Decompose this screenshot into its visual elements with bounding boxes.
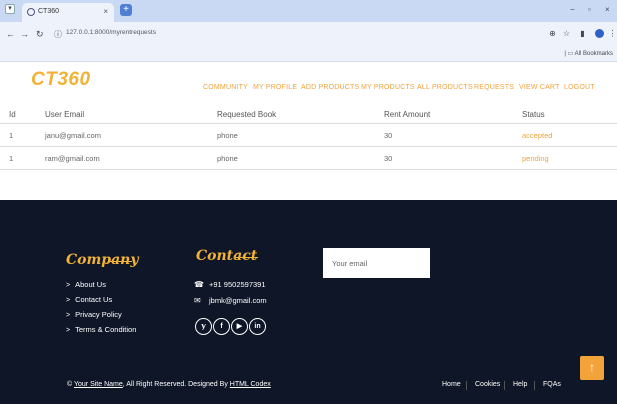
profile-avatar[interactable] bbox=[595, 29, 604, 38]
nav-community[interactable]: COMMUNITY bbox=[203, 84, 248, 91]
cell-rent-amount: 30 bbox=[384, 131, 393, 140]
site-info-icon[interactable]: ⓘ bbox=[54, 29, 62, 40]
cell-rent-amount: 30 bbox=[384, 154, 393, 163]
cell-requested-book: phone bbox=[217, 131, 238, 140]
bookmarks-bar: | ▭ All Bookmarks bbox=[0, 48, 617, 62]
footer-link-privacy[interactable]: > Privacy Policy bbox=[66, 310, 122, 319]
footer-nav-divider bbox=[466, 381, 467, 390]
sidepanel-icon[interactable]: ▮ bbox=[578, 29, 587, 38]
nav-my-profile[interactable]: MY PROFILE bbox=[253, 84, 297, 91]
zoom-icon[interactable]: ⊕ bbox=[548, 29, 557, 38]
chevron-right-icon: > bbox=[66, 297, 71, 304]
tab-title: CT360 bbox=[38, 8, 60, 15]
facebook-icon[interactable]: f bbox=[213, 318, 230, 335]
nav-all-products[interactable]: ALL PRODUCTS bbox=[417, 84, 473, 91]
footer-phone: ☎ +91 9502597391 bbox=[194, 280, 266, 289]
site-logo[interactable]: CT360 bbox=[31, 69, 91, 91]
address-bar[interactable]: ⓘ 127.0.0.1:8000/myrentrequests bbox=[54, 26, 570, 43]
footer-nav-fqas[interactable]: FQAs bbox=[543, 381, 561, 388]
window-menu-icon[interactable]: ▾ bbox=[5, 4, 15, 14]
footer-nav-divider bbox=[534, 381, 535, 390]
browser-tab[interactable]: CT360 × bbox=[22, 3, 114, 22]
chevron-right-icon: > bbox=[66, 327, 71, 334]
footer-company-heading: Company bbox=[66, 252, 139, 268]
table-divider bbox=[0, 169, 617, 170]
footer-link-terms[interactable]: > Terms & Condition bbox=[66, 325, 136, 334]
cell-id: 1 bbox=[9, 131, 14, 140]
heading-underline bbox=[236, 257, 258, 258]
envelope-icon: ✉ bbox=[194, 296, 201, 305]
copyright-text: © Your Site Name, All Right Reserved. De… bbox=[67, 381, 271, 388]
minimize-icon[interactable]: − bbox=[570, 5, 575, 14]
footer-link-contact[interactable]: > Contact Us bbox=[66, 295, 112, 304]
col-header-id: Id bbox=[9, 110, 16, 119]
newsletter-email-input[interactable] bbox=[323, 248, 430, 278]
designer-link[interactable]: HTML Codex bbox=[230, 381, 271, 388]
twitter-icon[interactable]: 𝕪 bbox=[195, 318, 212, 335]
new-tab-button[interactable]: + bbox=[120, 4, 132, 16]
url-text: 127.0.0.1:8000/myrentrequests bbox=[66, 29, 156, 36]
footer-email: ✉ jbmk@gmail.com bbox=[194, 296, 267, 305]
col-header-requested-book: Requested Book bbox=[217, 110, 277, 119]
maximize-icon[interactable]: ▫ bbox=[588, 5, 591, 14]
status-badge: accepted bbox=[522, 131, 553, 140]
nav-requests[interactable]: REQUESTS bbox=[474, 84, 514, 91]
cell-requested-book: phone bbox=[217, 154, 238, 163]
footer-nav-divider bbox=[504, 381, 505, 390]
cell-user-email: ram@gmail.com bbox=[45, 154, 100, 163]
nav-add-products[interactable]: ADD PRODUCTS bbox=[301, 84, 359, 91]
site-name-link[interactable]: Your Site Name bbox=[74, 381, 123, 388]
chevron-right-icon: > bbox=[66, 282, 71, 289]
footer-nav-cookies[interactable]: Cookies bbox=[475, 381, 500, 388]
browser-menu-icon[interactable]: ⋮ bbox=[608, 29, 617, 38]
cell-id: 1 bbox=[9, 154, 14, 163]
browser-titlebar: ▾ CT360 × + − ▫ × bbox=[0, 0, 617, 22]
phone-icon: ☎ bbox=[194, 280, 204, 289]
tab-close-icon[interactable]: × bbox=[103, 7, 108, 16]
back-to-top-button[interactable]: ↑ bbox=[580, 356, 604, 380]
bookmark-star-icon[interactable]: ☆ bbox=[562, 29, 571, 38]
youtube-icon[interactable]: ▶ bbox=[231, 318, 248, 335]
back-icon[interactable]: ← bbox=[6, 29, 15, 39]
forward-icon[interactable]: → bbox=[20, 29, 29, 39]
col-header-rent-amount: Rent Amount bbox=[384, 110, 431, 119]
footer-nav-home[interactable]: Home bbox=[442, 381, 461, 388]
reload-icon[interactable]: ↻ bbox=[36, 29, 44, 40]
heading-underline bbox=[110, 261, 132, 262]
col-header-status: Status bbox=[522, 110, 545, 119]
table-divider bbox=[0, 146, 617, 147]
all-bookmarks-button[interactable]: | ▭ All Bookmarks bbox=[564, 50, 613, 57]
footer-nav-help[interactable]: Help bbox=[513, 381, 527, 388]
site-favicon-icon bbox=[27, 8, 35, 16]
footer-link-about[interactable]: > About Us bbox=[66, 280, 106, 289]
nav-logout[interactable]: LOGOUT bbox=[564, 84, 595, 91]
nav-my-products[interactable]: MY PRODUCTS bbox=[361, 84, 415, 91]
linkedin-icon[interactable]: in bbox=[249, 318, 266, 335]
footer-contact-heading: Contact bbox=[196, 248, 258, 264]
close-window-icon[interactable]: × bbox=[605, 5, 610, 14]
browser-toolbar: ← → ↻ ⓘ 127.0.0.1:8000/myrentrequests ⊕ … bbox=[0, 22, 617, 48]
table-divider bbox=[0, 123, 617, 124]
col-header-user-email: User Email bbox=[45, 110, 85, 119]
cell-user-email: janu@gmail.com bbox=[45, 131, 101, 140]
chevron-right-icon: > bbox=[66, 312, 71, 319]
nav-view-cart[interactable]: VIEW CART bbox=[519, 84, 560, 91]
status-badge: pending bbox=[522, 154, 549, 163]
